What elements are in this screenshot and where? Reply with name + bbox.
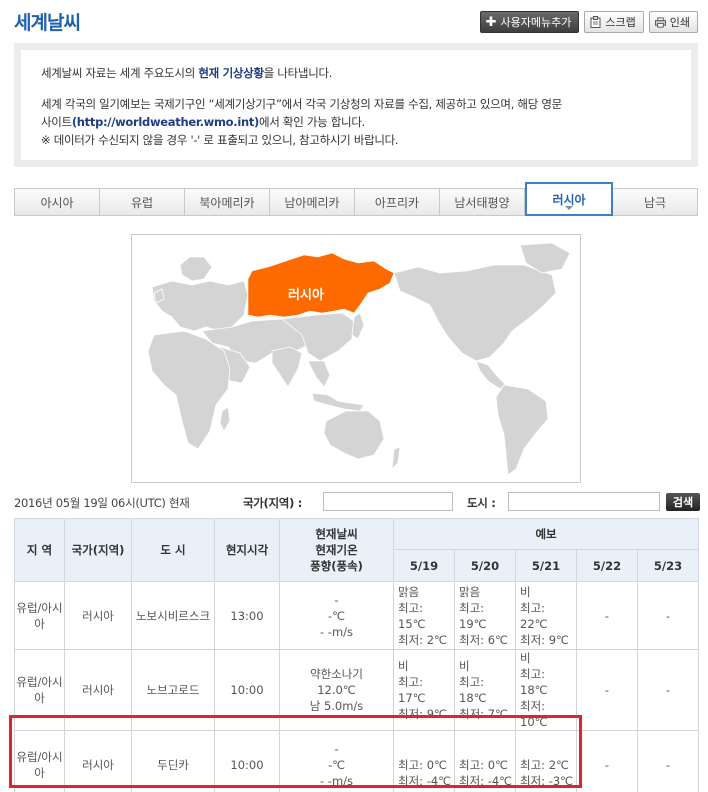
tab-asia[interactable]: 아시아 [14,188,100,216]
row-region: 유럽/아시아 [14,581,65,650]
russia-label: 러시아 [288,287,324,303]
row-forecast: - [576,649,638,731]
region-tabs: 아시아 유럽 북아메리카 남아메리카 아프리카 남서태평양 러시아 남극 [14,182,698,216]
info-text: 에서 확인 가능 합니다. [259,115,365,129]
info-line-1: 세계날씨 자료는 세계 주요도시의 현재 기상상황을 나타냅니다. [41,64,691,82]
row-city: 노보시비르스크 [131,581,215,650]
row-region: 유럽/아시아 [14,730,65,792]
search-button[interactable]: 검색 [666,493,700,511]
row-forecast: 최고: 0℃ 최저: -4℃ [393,730,455,792]
header-country: 국가(지역) [64,518,132,582]
current-time: 2016년 05월 19일 06시(UTC) 현재 [14,496,190,510]
tab-southwest-pacific[interactable]: 남서태평양 [440,188,525,216]
plus-icon: ✚ [485,14,497,30]
row-country: 러시아 [64,730,132,792]
row-forecast: - [636,730,700,792]
page-title: 세계날씨 [14,12,81,34]
header-date: 5/21 [515,549,577,582]
search-row: 2016년 05월 19일 06시(UTC) 현재 국가(지역) : 도시 : … [14,492,700,512]
info-box: 세계날씨 자료는 세계 주요도시의 현재 기상상황을 나타냅니다. 세계 각국의… [14,43,698,167]
clipboard-icon [590,16,601,28]
row-current: - -℃ - -m/s [279,730,394,792]
tab-russia[interactable]: 러시아 [525,182,613,216]
tab-south-america[interactable]: 남아메리카 [270,188,355,216]
row-forecast: 최고: 0℃ 최저: -4℃ [454,730,516,792]
row-country: 러시아 [64,649,132,731]
info-text: 사이트 [41,115,72,129]
header-forecast: 예보 [392,518,700,550]
print-label: 인쇄 [669,16,690,29]
header-local-time: 현지시각 [214,518,280,582]
row-forecast: 맑음 최고: 15℃ 최저: 2℃ [393,581,455,650]
weather-table: 지 역 국가(지역) 도 시 현지시각 현재날씨 현재기온 풍향(풍속) 예보 … [14,518,700,792]
world-map: 러시아 [131,234,581,483]
row-city: 노브고로드 [131,649,215,731]
header-city: 도 시 [131,518,215,582]
table-row: 유럽/아시아 러시아 두딘카 10:00 - -℃ - -m/s 최고: 0℃ … [14,730,700,792]
row-local-time: 10:00 [214,730,280,792]
tab-north-america[interactable]: 북아메리카 [185,188,270,216]
row-forecast: 비 최고: 18℃ 최저: 7℃ [454,649,516,731]
wmo-link[interactable]: (http://worldweather.wmo.int) [72,115,259,129]
row-forecast: - [636,581,700,650]
row-forecast: 비 최고: 22℃ 최저: 9℃ [515,581,577,650]
row-current: 약한소나기 12.0℃ 남 5.0m/s [279,649,394,731]
tab-africa[interactable]: 아프리카 [355,188,440,216]
scrap-button[interactable]: 스크랩 [584,11,644,33]
row-forecast: 비 최고: 17℃ 최저: 9℃ [393,649,455,731]
print-button[interactable]: 인쇄 [648,11,698,33]
add-user-menu-button[interactable]: ✚ 사용자메뉴추가 [479,11,580,33]
tab-antarctica[interactable]: 남극 [613,188,698,216]
info-line-4: ※ 데이터가 수신되지 않을 경우 '-' 로 표출되고 있으니, 참고하시기 … [41,133,399,147]
row-city: 두딘카 [131,730,215,792]
row-forecast: 최고: 2℃ 최저: -3℃ [515,730,577,792]
row-region: 유럽/아시아 [14,649,65,731]
world-map-svg: 러시아 [147,242,571,476]
row-country: 러시아 [64,581,132,650]
city-label: 도시 : [467,496,496,510]
header-region: 지 역 [14,518,65,582]
row-forecast: - [576,581,638,650]
header-date: 5/20 [454,549,516,582]
country-label: 국가(지역) : [243,496,303,510]
tab-europe[interactable]: 유럽 [100,188,185,216]
top-actions: ✚ 사용자메뉴추가 스크랩 인쇄 [479,11,698,33]
info-highlight: 현재 기상상황 [198,66,264,80]
info-text: 을 나타냅니다. [263,66,333,80]
table-row: 유럽/아시아 러시아 노보시비르스크 13:00 - -℃ - -m/s 맑음 … [14,581,700,650]
row-forecast: 비 최고: 18℃ 최저: 10℃ [515,649,577,731]
info-line-3: 사이트(http://worldweather.wmo.int)에서 확인 가능… [41,113,691,131]
row-forecast: - [576,730,638,792]
row-local-time: 10:00 [214,649,280,731]
city-input[interactable] [508,492,660,511]
russia-region [247,252,395,318]
row-forecast: 맑음 최고: 19℃ 최저: 6℃ [454,581,516,650]
row-current: - -℃ - -m/s [279,581,394,650]
table-row: 유럽/아시아 러시아 노브고로드 10:00 약한소나기 12.0℃ 남 5.0… [14,649,700,731]
header-date: 5/19 [393,549,455,582]
scrap-label: 스크랩 [605,16,636,29]
row-forecast: - [636,649,700,731]
info-line-2: 세계 각국의 일기예보는 국제기구인 “세계기상기구”에서 각국 기상청의 자료… [41,97,562,111]
info-text: 세계날씨 자료는 세계 주요도시의 [41,66,199,80]
add-user-menu-label: 사용자메뉴추가 [500,16,572,29]
header-current-weather: 현재날씨 현재기온 풍향(풍속) [279,518,394,582]
printer-icon [654,16,666,28]
country-input[interactable] [323,492,453,511]
row-local-time: 13:00 [214,581,280,650]
header-date: 5/22 [576,549,638,582]
header-date: 5/23 [636,549,700,582]
